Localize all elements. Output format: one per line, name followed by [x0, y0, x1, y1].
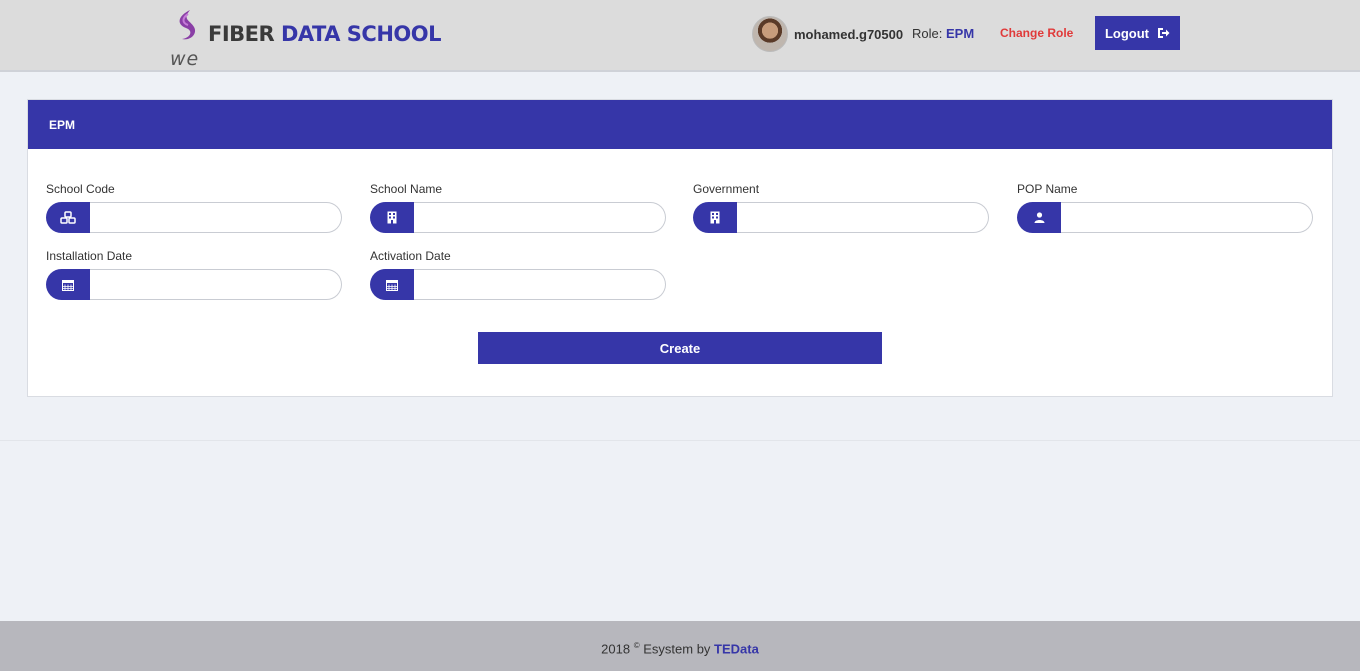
role-value: EPM — [945, 26, 975, 41]
government-label: Government — [693, 182, 760, 196]
role-label: Role: — [912, 26, 943, 41]
we-flame-icon — [179, 10, 196, 40]
building-icon — [370, 202, 414, 233]
pop-name-input[interactable] — [1061, 202, 1313, 233]
card-title: EPM — [49, 118, 76, 132]
footer-brand-link[interactable]: TEData — [714, 641, 759, 656]
installation-date-label: Installation Date — [46, 249, 133, 263]
footer-year: 2018 — [601, 641, 631, 657]
fiber-data-school-logo[interactable]: we FIBER DATA SCHOOL — [168, 8, 442, 70]
pop-name-label: POP Name — [1017, 182, 1078, 196]
logo-we-text: we — [170, 48, 200, 70]
user-icon — [1017, 202, 1061, 233]
school-name-input[interactable] — [414, 202, 666, 233]
installation-date-field: Installation Date — [46, 249, 342, 300]
footer-text: Esystem by — [643, 641, 711, 657]
activation-date-input[interactable] — [414, 269, 666, 300]
cubes-icon — [46, 202, 90, 233]
calendar-icon — [46, 269, 90, 300]
user-info: mohamed.g70500 — [752, 16, 903, 52]
activation-date-field: Activation Date — [370, 249, 666, 300]
government-field: Government — [693, 182, 989, 233]
card-header: EPM — [28, 100, 1332, 149]
top-navbar: we FIBER DATA SCHOOL mohamed.g70500 Role… — [0, 0, 1360, 72]
pop-name-field: POP Name — [1017, 182, 1313, 233]
school-name-field: School Name — [370, 182, 666, 233]
copyright-icon: © — [633, 641, 640, 650]
role-display: Role: EPM — [912, 26, 974, 41]
school-name-label: School Name — [370, 182, 443, 196]
epm-form-card: EPM School Code School Name Government P… — [27, 99, 1333, 397]
building-icon — [693, 202, 737, 233]
avatar[interactable] — [752, 16, 788, 52]
installation-date-input[interactable] — [90, 269, 342, 300]
username: mohamed.g70500 — [794, 26, 904, 42]
change-role-link[interactable]: Change Role — [1000, 26, 1073, 40]
logo-title: FIBER DATA SCHOOL — [208, 22, 442, 46]
footer: 2018 © Esystem by TEData — [0, 621, 1360, 671]
logo-data-school-text: DATA SCHOOL — [281, 22, 442, 46]
school-code-field: School Code — [46, 182, 342, 233]
activation-date-label: Activation Date — [370, 249, 451, 263]
school-code-label: School Code — [46, 182, 115, 196]
create-button[interactable]: Create — [478, 332, 882, 364]
sign-out-icon — [1158, 28, 1170, 38]
logo-fiber-text: FIBER — [208, 22, 275, 46]
calendar-icon — [370, 269, 414, 300]
logout-button[interactable]: Logout — [1095, 16, 1180, 50]
school-code-input[interactable] — [90, 202, 342, 233]
government-input[interactable] — [737, 202, 989, 233]
logout-label: Logout — [1104, 25, 1150, 41]
